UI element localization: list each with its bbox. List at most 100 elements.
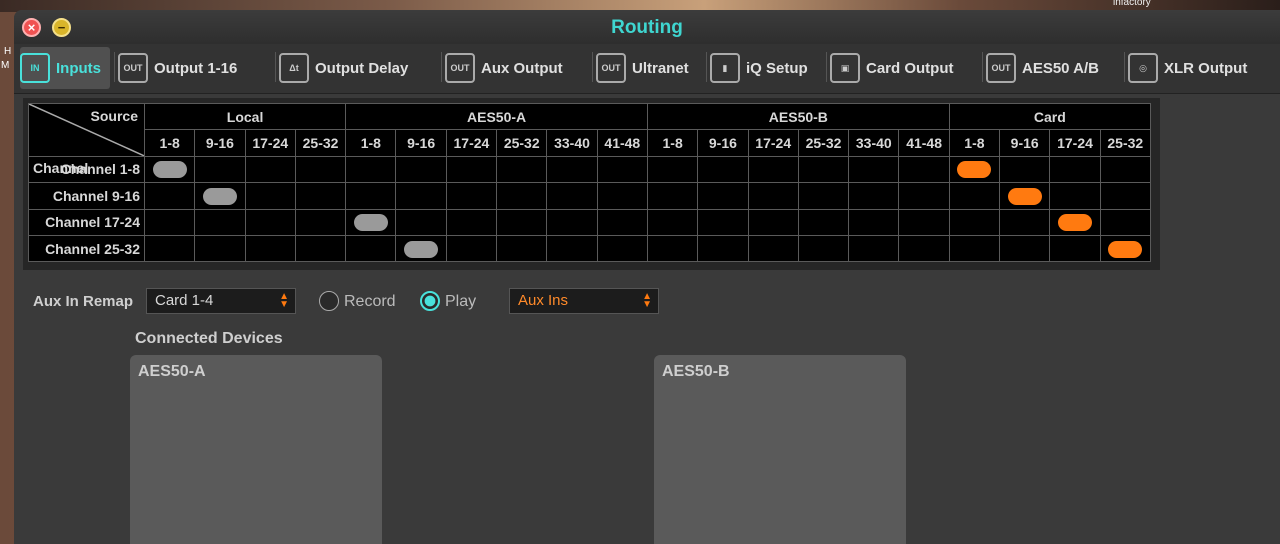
routing-cell[interactable] — [948, 182, 1001, 210]
routing-cell[interactable] — [496, 234, 548, 263]
routing-cell[interactable] — [646, 234, 699, 263]
routing-cell[interactable] — [143, 182, 196, 210]
routing-cell[interactable] — [596, 182, 648, 210]
routing-cell[interactable] — [194, 182, 246, 210]
routing-cell[interactable] — [747, 155, 799, 184]
route-pill[interactable] — [1057, 214, 1092, 232]
routing-cell[interactable] — [294, 234, 347, 263]
routing-cell[interactable] — [848, 208, 900, 236]
routing-cell[interactable] — [345, 155, 397, 184]
tab-speaker[interactable]: ▮ iQ Setup — [710, 47, 825, 89]
routing-cell[interactable] — [395, 182, 447, 210]
record-radio[interactable] — [319, 291, 339, 311]
routing-cell[interactable] — [898, 208, 950, 236]
routing-cell[interactable] — [948, 155, 1001, 184]
routing-cell[interactable] — [546, 182, 598, 210]
routing-cell[interactable] — [797, 208, 850, 236]
routing-cell[interactable] — [445, 182, 498, 210]
routing-cell[interactable] — [143, 234, 196, 263]
routing-cell[interactable] — [244, 208, 296, 236]
routing-cell[interactable] — [697, 234, 749, 263]
routing-cell[interactable] — [948, 234, 1001, 263]
routing-cell[interactable] — [646, 182, 699, 210]
tab-card[interactable]: ▣ Card Output — [830, 47, 980, 89]
routing-cell[interactable] — [747, 208, 799, 236]
routing-cell[interactable] — [697, 182, 749, 210]
routing-cell[interactable] — [546, 234, 598, 263]
routing-cell[interactable] — [797, 155, 850, 184]
routing-cell[interactable] — [1049, 155, 1101, 184]
routing-cell[interactable] — [999, 182, 1051, 210]
routing-cell[interactable] — [999, 208, 1051, 236]
routing-cell[interactable] — [345, 182, 397, 210]
routing-cell[interactable] — [244, 234, 296, 263]
routing-cell[interactable] — [596, 155, 648, 184]
routing-cell[interactable] — [546, 155, 598, 184]
tab-input[interactable]: IN Inputs — [20, 47, 110, 89]
routing-cell[interactable] — [244, 182, 296, 210]
routing-cell[interactable] — [194, 155, 246, 184]
routing-cell[interactable] — [445, 234, 498, 263]
tab-ultranet[interactable]: OUT Ultranet — [596, 47, 706, 89]
routing-cell[interactable] — [797, 182, 850, 210]
route-pill[interactable] — [152, 161, 187, 179]
tab-xlr[interactable]: ◎ XLR Output — [1128, 47, 1278, 89]
routing-cell[interactable] — [596, 208, 648, 236]
aux-remap-select[interactable]: Card 1-4 ▲ ▼ — [146, 288, 296, 314]
route-pill[interactable] — [1007, 187, 1042, 205]
routing-cell[interactable] — [898, 234, 950, 263]
routing-cell[interactable] — [999, 234, 1051, 263]
routing-cell[interactable] — [143, 208, 196, 236]
tab-output[interactable]: OUT Output 1-16 — [118, 47, 268, 89]
routing-cell[interactable] — [747, 182, 799, 210]
routing-cell[interactable] — [345, 234, 397, 263]
routing-cell[interactable] — [445, 208, 498, 236]
routing-cell[interactable] — [1049, 234, 1101, 263]
routing-cell[interactable] — [948, 208, 1001, 236]
routing-cell[interactable] — [294, 182, 347, 210]
routing-cell[interactable] — [496, 155, 548, 184]
routing-cell[interactable] — [445, 155, 498, 184]
route-pill[interactable] — [353, 214, 388, 232]
routing-cell[interactable] — [345, 208, 397, 236]
routing-cell[interactable] — [646, 155, 699, 184]
tab-delay[interactable]: Δt Output Delay — [279, 47, 439, 89]
routing-cell[interactable] — [496, 182, 548, 210]
route-pill[interactable] — [202, 187, 237, 205]
routing-cell[interactable] — [194, 208, 246, 236]
routing-cell[interactable] — [395, 155, 447, 184]
routing-cell[interactable] — [395, 234, 447, 263]
routing-cell[interactable] — [1049, 182, 1101, 210]
routing-cell[interactable] — [697, 155, 749, 184]
route-pill[interactable] — [404, 240, 439, 258]
routing-cell[interactable] — [1099, 182, 1151, 210]
routing-cell[interactable] — [848, 155, 900, 184]
routing-cell[interactable] — [294, 208, 347, 236]
tab-aux-output[interactable]: OUT Aux Output — [445, 47, 595, 89]
routing-cell[interactable] — [496, 208, 548, 236]
routing-cell[interactable] — [1099, 208, 1151, 236]
route-pill[interactable] — [957, 161, 992, 179]
tab-aes50[interactable]: OUT AES50 A/B — [986, 47, 1116, 89]
routing-cell[interactable] — [797, 234, 850, 263]
aux-ins-select[interactable]: Aux Ins ▲ ▼ — [509, 288, 659, 314]
routing-cell[interactable] — [898, 182, 950, 210]
routing-cell[interactable] — [646, 208, 699, 236]
routing-cell[interactable] — [747, 234, 799, 263]
routing-cell[interactable] — [143, 155, 196, 184]
routing-cell[interactable] — [596, 234, 648, 263]
routing-cell[interactable] — [848, 234, 900, 263]
play-radio[interactable] — [420, 291, 440, 311]
routing-cell[interactable] — [546, 208, 598, 236]
route-pill[interactable] — [1108, 240, 1143, 258]
routing-cell[interactable] — [1099, 234, 1151, 263]
routing-cell[interactable] — [1049, 208, 1101, 236]
routing-cell[interactable] — [999, 155, 1051, 184]
routing-cell[interactable] — [1099, 155, 1151, 184]
routing-cell[interactable] — [898, 155, 950, 184]
routing-cell[interactable] — [194, 234, 246, 263]
routing-cell[interactable] — [697, 208, 749, 236]
routing-cell[interactable] — [848, 182, 900, 210]
routing-cell[interactable] — [395, 208, 447, 236]
routing-cell[interactable] — [244, 155, 296, 184]
